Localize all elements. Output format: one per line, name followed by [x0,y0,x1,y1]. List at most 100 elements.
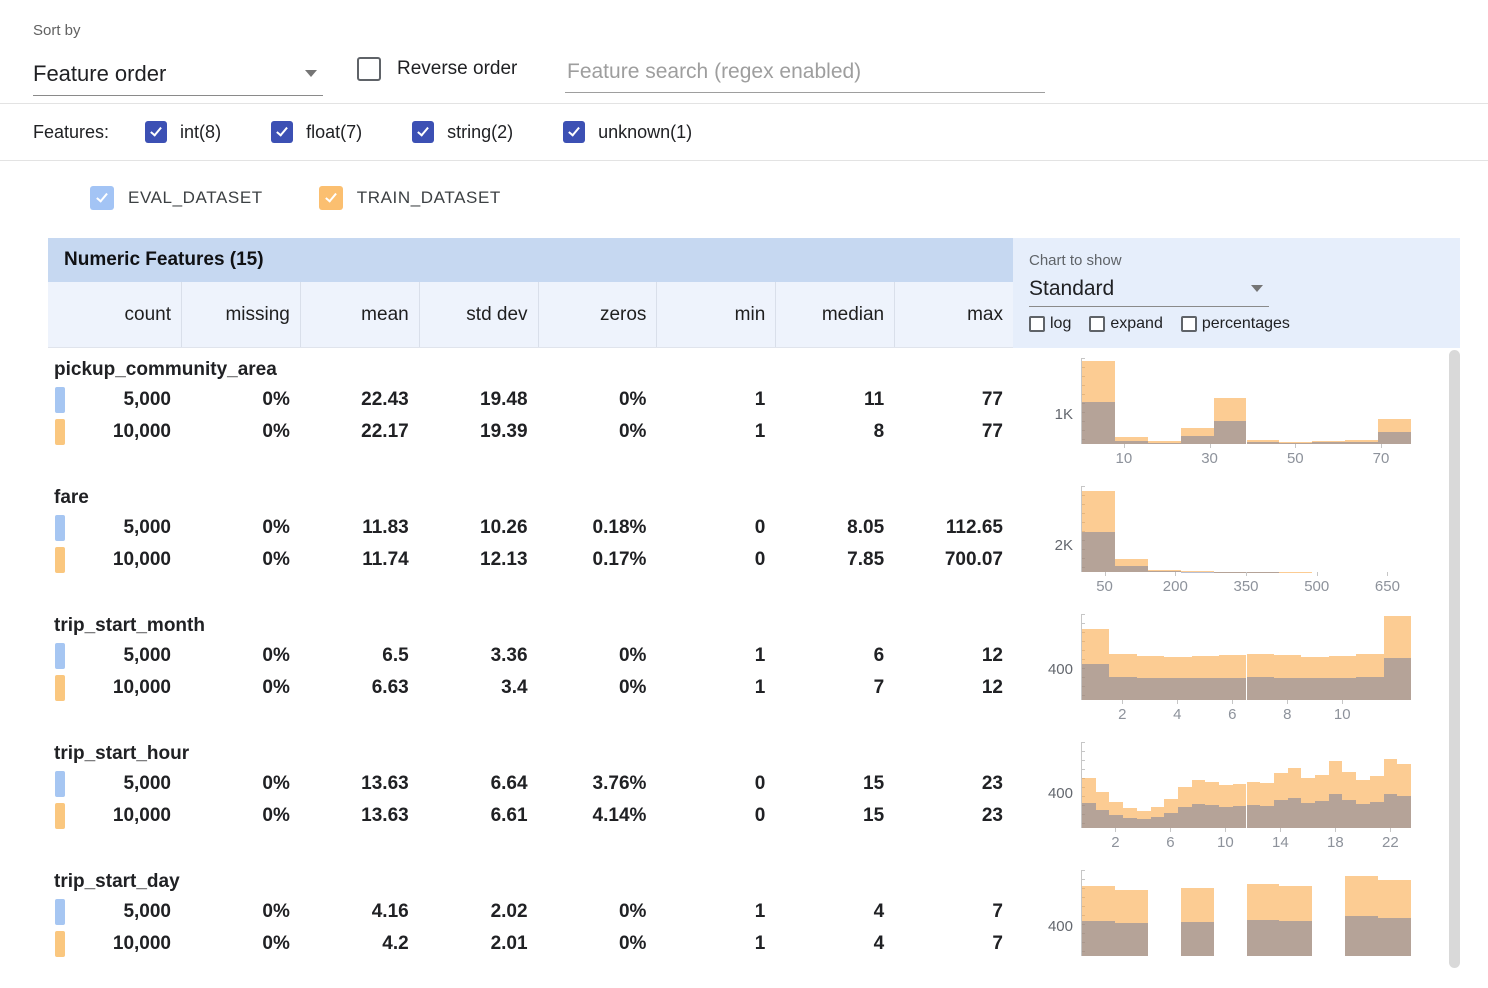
feature-histogram: 4002610141822 [1013,732,1460,860]
feature-stats: pickup_community_area5,0000%22.4319.480%… [48,348,1013,476]
unchecked-checkbox[interactable] [1089,316,1105,332]
sort-by-select[interactable]: Feature order [33,52,323,96]
stat-cell: 1 [656,421,775,443]
dataset-checkbox[interactable] [90,186,114,210]
chart-option-expand[interactable]: expand [1089,315,1163,333]
x-axis-tick-label: 70 [1373,450,1390,467]
x-axis-tick-icon [1124,444,1125,448]
histogram-bar-eval [1378,432,1411,444]
dataset-checkbox[interactable] [319,186,343,210]
dataset-toggle-train_dataset[interactable]: TRAIN_DATASET [319,186,501,210]
stat-cell: 5,000 [48,389,181,411]
chart-to-show-label: Chart to show [1029,252,1460,269]
vertical-scrollbar[interactable] [1449,350,1460,968]
stat-cell: 7 [775,677,894,699]
x-axis-tick-label: 10 [1116,450,1133,467]
feature-search-input[interactable] [565,52,1045,93]
numeric-features-panel: Numeric Features (15) countmissingmeanst… [48,238,1460,988]
stat-cell: 0 [656,517,775,539]
dataset-marker-icon [55,643,65,669]
chart-option-log[interactable]: log [1029,315,1071,333]
histogram-bar-eval [1082,532,1115,572]
stat-cell: 10,000 [48,677,181,699]
chart-type-select[interactable]: Standard [1029,271,1269,307]
stat-cell: 13.63 [300,773,419,795]
chart-to-show-panel: Chart to show Standard log expand percenta… [1013,238,1460,348]
histogram-bar-eval [1151,817,1165,828]
histogram-bar-eval [1219,678,1246,700]
y-axis-tick-label: 400 [1013,785,1073,803]
feature-type-filter[interactable]: unknown(1) [563,121,692,143]
feature-type-filter[interactable]: int(8) [145,121,221,143]
reverse-order-toggle[interactable]: Reverse order [357,57,517,81]
stat-cell: 0 [656,549,775,571]
stat-cell: 1 [656,933,775,955]
histogram-bar-eval [1315,801,1329,828]
histogram-bar-eval [1219,807,1233,829]
dataset-marker-icon [55,771,65,797]
dataset-legend: EVAL_DATASET TRAIN_DATASET [0,179,1488,217]
x-axis-tick-label: 22 [1382,834,1399,851]
stat-cell: 12 [894,677,1013,699]
x-axis-tick-label: 650 [1375,578,1400,595]
checked-checkbox[interactable] [563,121,585,143]
chart-options: log expand percentages [1029,315,1460,333]
stat-cell: 0% [538,677,657,699]
stat-cell: 0% [181,901,300,923]
stat-cell: 0% [181,389,300,411]
feature-histogram: 400246810 [1013,604,1460,732]
x-axis-tick-label: 2 [1111,834,1119,851]
histogram-bar-eval [1247,677,1274,700]
histogram-bar-eval [1082,803,1096,828]
feature-type-filter[interactable]: string(2) [412,121,513,143]
stat-cell: 0% [181,805,300,827]
x-axis-tick-icon [1210,444,1211,448]
chart-option-percentages[interactable]: percentages [1181,315,1290,333]
checkmark-icon [417,124,429,136]
stat-row-train: 10,0000%22.1719.390%1877 [48,416,1013,448]
checked-checkbox[interactable] [412,121,434,143]
x-axis-tick-icon [1295,444,1296,448]
reverse-order-checkbox[interactable] [357,57,381,81]
histogram-bar-eval [1345,916,1378,956]
histogram-bar-eval [1192,804,1206,828]
histogram-bar-eval [1274,800,1288,828]
x-axis-tick-icon [1246,572,1247,576]
x-axis-tick-label: 14 [1272,834,1289,851]
x-axis-tick-icon [1115,828,1116,832]
stat-cell: 5,000 [48,517,181,539]
y-axis-tick-label: 2K [1013,537,1073,555]
dataset-label: TRAIN_DATASET [357,188,501,208]
stat-cell: 0 [656,805,775,827]
stat-cell: 4.2 [300,933,419,955]
unchecked-checkbox[interactable] [1029,316,1045,332]
stat-cell: 5,000 [48,901,181,923]
histogram-plot [1081,614,1411,700]
dataset-marker-icon [55,515,65,541]
histogram-bar-eval [1378,918,1411,956]
x-axis-tick-icon [1225,828,1226,832]
histogram-bar-eval [1148,443,1181,444]
stat-cell: 0% [181,933,300,955]
chart-option-label: expand [1110,315,1163,333]
stat-cell: 0.18% [538,517,657,539]
histogram-plot [1081,870,1411,956]
feature-type-filter[interactable]: float(7) [271,121,362,143]
x-axis-tick-icon [1280,828,1281,832]
chevron-down-icon [1251,285,1263,292]
y-axis-tick-label: 400 [1013,661,1073,679]
feature-type-label: int(8) [180,122,221,143]
histogram-bar-eval [1329,794,1343,828]
checked-checkbox[interactable] [145,121,167,143]
x-axis-tick-label: 50 [1096,578,1113,595]
dataset-toggle-eval_dataset[interactable]: EVAL_DATASET [90,186,263,210]
x-axis-tick-label: 6 [1166,834,1174,851]
stat-cell: 10.26 [419,517,538,539]
column-header: zeros [538,282,657,347]
x-axis-tick-icon [1335,828,1336,832]
histogram-bar-eval [1164,813,1178,828]
x-axis-tick-label: 4 [1173,706,1181,723]
feature-stats: trip_start_day5,0000%4.162.020%14710,000… [48,860,1013,988]
unchecked-checkbox[interactable] [1181,316,1197,332]
checked-checkbox[interactable] [271,121,293,143]
